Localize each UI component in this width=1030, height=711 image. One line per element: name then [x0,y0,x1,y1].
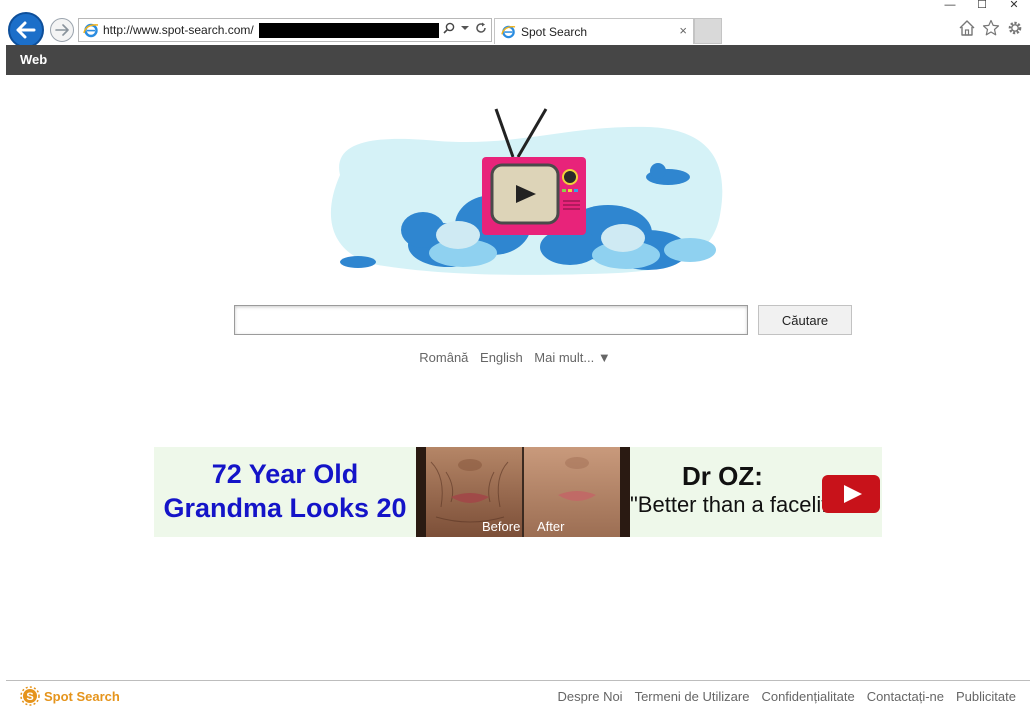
forward-button[interactable] [50,18,74,42]
page-top-bar: Web [6,45,1030,75]
redacted-url-portion [259,23,439,38]
browser-toolbar-right [958,19,1024,37]
star-icon[interactable] [982,19,1000,37]
play-icon[interactable] [822,475,880,513]
main-content: Căutare Română English Mai mult... ▼ 72 … [6,75,1030,680]
more-languages-link[interactable]: Mai mult... ▼ [534,350,610,365]
refresh-icon[interactable] [475,22,487,34]
before-after-photo [416,447,630,537]
footer-links: Despre Noi Termeni de Utilizare Confiden… [558,689,1016,704]
dropdown-icon[interactable] [461,25,469,31]
gear-icon[interactable] [1006,19,1024,37]
footer-link-about[interactable]: Despre Noi [558,689,623,704]
footer-link-advertising[interactable]: Publicitate [956,689,1016,704]
spot-search-logo-icon: S [20,686,40,706]
ad-right-subtitle: "Better than a facelift" [630,492,842,517]
ad-right-title: Dr OZ: [682,461,763,491]
language-links: Română English Mai mult... ▼ [6,350,1024,365]
ad-banner[interactable]: 72 Year Old Grandma Looks 20 Before Afte… [154,447,882,537]
search-input[interactable] [234,305,748,335]
maximize-button[interactable]: ☐ [966,0,998,12]
ad-caption-after: After [537,519,565,534]
window-controls: — ☐ ✕ [934,0,1030,14]
ad-headline-line2: Grandma Looks 20 [163,493,407,523]
forward-arrow-icon [55,24,69,36]
ie-logo-icon [83,23,99,38]
footer-logo-text: Spot Search [44,688,120,704]
tab-spot-search[interactable]: Spot Search × [494,18,694,44]
home-icon[interactable] [958,19,976,37]
footer-link-privacy[interactable]: Confidențialitate [761,689,854,704]
new-tab-button[interactable] [694,18,722,44]
minimize-button[interactable]: — [934,0,966,12]
address-tools [443,22,487,34]
tv-clouds-logo [330,108,723,275]
web-nav-link[interactable]: Web [20,52,47,67]
ad-headline: 72 Year Old Grandma Looks 20 [154,457,416,525]
ad-headline-line1: 72 Year Old [211,459,359,489]
footer-link-terms[interactable]: Termeni de Utilizare [635,689,750,704]
close-window-button[interactable]: ✕ [998,0,1030,12]
address-bar[interactable]: http://www.spot-search.com/ [78,18,492,42]
search-button[interactable]: Căutare [758,305,852,335]
browser-chrome: — ☐ ✕ http://www.spot-search.com/ Spot S… [0,0,1030,48]
address-text[interactable]: http://www.spot-search.com/ [103,23,254,37]
tab-close-icon[interactable]: × [679,23,687,38]
back-arrow-icon [16,21,36,39]
page-footer: S Spot Search Despre Noi Termeni de Util… [6,680,1030,711]
ad-caption-before: Before [482,519,521,534]
back-button[interactable] [8,12,44,48]
tab-title: Spot Search [521,25,588,39]
language-english-link[interactable]: English [480,350,523,365]
language-romana-link[interactable]: Română [419,350,468,365]
ie-logo-icon [501,25,516,39]
search-icon[interactable] [443,22,455,34]
footer-logo[interactable]: S Spot Search [20,686,120,706]
footer-link-contact[interactable]: Contactați-ne [867,689,944,704]
svg-text:S: S [26,691,33,703]
